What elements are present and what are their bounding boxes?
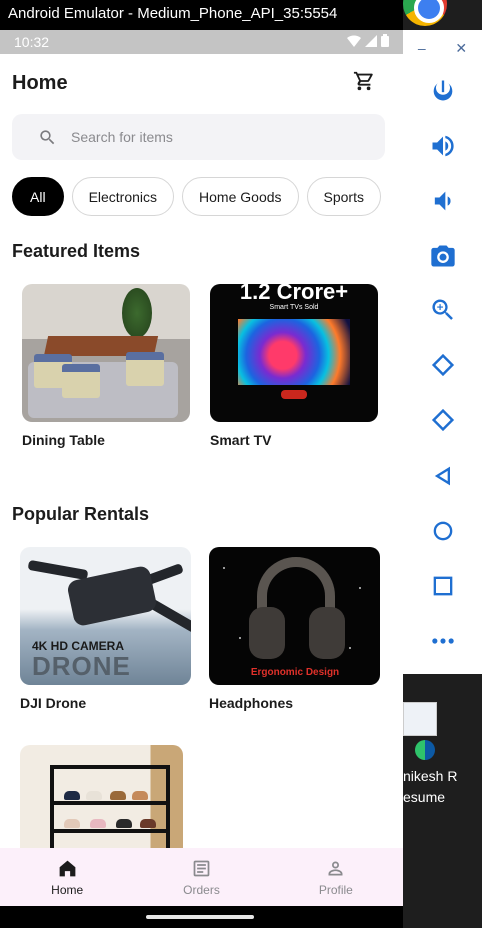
product-card-dining-table[interactable]: Dining Table [22, 284, 190, 448]
rotate-left-icon[interactable] [425, 347, 461, 383]
app-header: Home [0, 54, 389, 112]
phone-screen: 10:32 Home All Electronics [0, 30, 403, 928]
smart-tv-image: 1.2 Crore+ Smart TVs Sold [210, 284, 378, 422]
zoom-icon[interactable] [425, 292, 461, 328]
search-icon [40, 129, 55, 144]
battery-icon [381, 34, 389, 50]
close-icon[interactable]: ✕ [455, 40, 467, 57]
popular-section-title: Popular Rentals [12, 504, 150, 524]
shoe-rack-image [20, 745, 183, 848]
file-thumbnail[interactable] [403, 702, 437, 736]
page-title: Home [12, 71, 68, 94]
drone-image-title: DRONE [32, 651, 131, 681]
search-input[interactable] [71, 129, 331, 145]
signal-icon [365, 34, 377, 50]
product-name: DJI Drone [20, 695, 87, 711]
edge-icon [415, 740, 435, 760]
volume-up-icon[interactable] [425, 128, 461, 164]
app-content: Home All Electronics Home Goods Sports F… [0, 54, 389, 848]
chip-all[interactable]: All [12, 177, 64, 216]
home-icon [59, 860, 76, 876]
nav-profile[interactable]: Profile [269, 848, 403, 906]
tv-promo-text: 1.2 Crore+ [239, 284, 349, 304]
category-chips: All Electronics Home Goods Sports [0, 160, 389, 216]
back-icon[interactable] [425, 458, 461, 494]
featured-section-title: Featured Items [12, 241, 141, 261]
product-card-smart-tv[interactable]: 1.2 Crore+ Smart TVs Sold Smart TV [210, 284, 378, 448]
nav-home[interactable]: Home [0, 848, 134, 906]
volume-down-icon[interactable] [425, 183, 461, 219]
gesture-handle[interactable] [146, 915, 254, 919]
orders-icon [193, 860, 210, 876]
product-name: Dining Table [22, 432, 105, 448]
tv-promo-subtext: Smart TVs Sold [269, 304, 319, 311]
minimize-icon[interactable]: – [418, 40, 426, 57]
more-icon[interactable] [425, 623, 461, 659]
product-card-dji-drone[interactable]: 4K HD CAMERA DRONE DJI Drone [20, 547, 191, 711]
search-bar[interactable] [12, 114, 385, 160]
camera-icon[interactable] [425, 238, 461, 274]
chip-electronics[interactable]: Electronics [71, 177, 175, 216]
profile-icon [328, 861, 343, 875]
bottom-navigation: Home Orders Profile [0, 848, 403, 906]
wifi-icon [347, 34, 361, 50]
rotate-right-icon[interactable] [425, 402, 461, 438]
cart-icon[interactable] [353, 70, 375, 97]
nav-orders[interactable]: Orders [134, 848, 268, 906]
product-name: Smart TV [210, 432, 272, 448]
drone-image: 4K HD CAMERA DRONE [20, 547, 191, 685]
dining-table-image [22, 284, 190, 422]
overview-icon[interactable] [425, 568, 461, 604]
status-bar: 10:32 [0, 30, 403, 54]
product-card-shoe-rack[interactable] [20, 745, 188, 848]
chip-sports[interactable]: Sports [306, 177, 381, 216]
nav-label: Orders [183, 882, 220, 897]
nav-label: Home [51, 882, 84, 897]
popular-grid: 4K HD CAMERA DRONE DJI Drone Ergonomic D… [0, 547, 389, 711]
popular-grid-row-2 [0, 745, 389, 848]
nav-label: Profile [318, 882, 353, 897]
product-card-headphones[interactable]: Ergonomic Design Headphones [209, 547, 380, 711]
chrome-logo-icon[interactable] [403, 0, 482, 30]
headphones-image-caption: Ergonomic Design [250, 667, 340, 678]
desktop-file-label[interactable]: nikesh R esume [403, 766, 457, 808]
window-title: Android Emulator - Medium_Phone_API_35:5… [8, 5, 338, 22]
product-name: Headphones [209, 695, 294, 711]
gesture-navigation-area [0, 906, 403, 928]
desktop-background: nikesh R esume [403, 674, 482, 928]
home-circle-icon[interactable] [425, 513, 461, 549]
featured-grid: Dining Table 1.2 Crore+ Smart TVs Sold S… [0, 284, 389, 448]
emulator-toolbar: – ✕ [403, 30, 482, 674]
power-icon[interactable] [425, 73, 461, 109]
chip-home-goods[interactable]: Home Goods [182, 177, 299, 216]
status-time: 10:32 [14, 34, 50, 50]
headphones-image: Ergonomic Design [209, 547, 380, 685]
emulator-title-bar: Android Emulator - Medium_Phone_API_35:5… [0, 0, 403, 30]
